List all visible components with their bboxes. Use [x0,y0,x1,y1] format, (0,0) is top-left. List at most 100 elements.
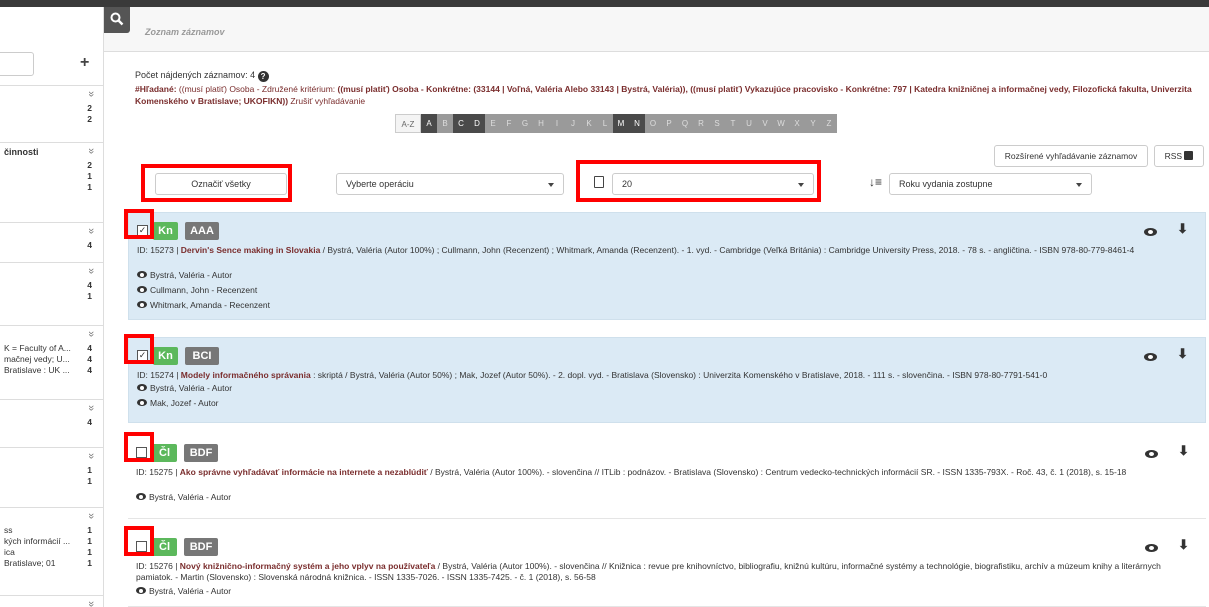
record-person[interactable]: Bystrá, Valéria - Autor [136,492,231,503]
sidebar-section-header[interactable]: » [0,85,103,103]
view-icon[interactable] [1144,353,1157,361]
record-title-link[interactable]: Modely informačného správania [181,370,311,380]
record-person[interactable]: Bystrá, Valéria - Autor [137,383,232,394]
sidebar-facet-row[interactable]: Bratislave : UK ... 4 [0,365,103,376]
alphabet-letter[interactable]: E [485,114,501,133]
sidebar-facet-row[interactable]: K = Faculty of A... 4 [0,343,103,354]
view-icon[interactable] [1144,228,1157,236]
chevron-down-icon[interactable]: » [85,601,97,607]
alphabet-letter[interactable]: M [613,114,629,133]
sidebar-facet-row[interactable]: 1 [0,476,103,487]
sidebar-facet-row[interactable]: 4 [0,240,103,251]
download-icon[interactable]: ⬇ [1177,346,1188,362]
operation-select-value: Vyberte operáciu [346,179,414,189]
sidebar-section-header[interactable]: » [0,222,103,240]
sidebar-facet-row[interactable]: 1 [0,182,103,193]
alphabet-all[interactable]: A-Z [395,114,421,133]
sidebar-filter-input[interactable] [0,52,34,76]
sidebar-section-header[interactable]: » [0,595,103,607]
chevron-down-icon[interactable]: » [85,268,97,274]
mark-all-button[interactable]: Označiť všetky [155,173,287,195]
facet-count: 4 [87,280,92,290]
record-category-badge: BDF [184,444,218,462]
view-icon[interactable] [1145,544,1158,552]
sidebar-facet-row[interactable]: ss 1 [0,525,103,536]
record-person[interactable]: Bystrá, Valéria - Autor [137,270,232,281]
alphabet-letter[interactable]: U [741,114,757,133]
sidebar-facet-row[interactable]: 2 [0,114,103,125]
alphabet-letter[interactable]: L [597,114,613,133]
alphabet-letter[interactable]: X [789,114,805,133]
alphabet-letter[interactable]: B [437,114,453,133]
chevron-down-icon[interactable]: » [85,228,97,234]
help-icon[interactable]: ? [257,71,269,82]
sidebar-section-header[interactable]: » [0,325,103,343]
sidebar-facet-row[interactable]: 1 [0,465,103,476]
facet-count: 2 [87,160,92,170]
record-item: Čl BDF ⬇ ID: 15276 | Nový knižnično-informa… [128,529,1206,607]
record-person[interactable]: Mak, Jozef - Autor [137,398,219,409]
alphabet-letter[interactable]: I [549,114,565,133]
search-icon [110,12,124,26]
record-title-link[interactable]: Ako správne vyhľadávať informácie na int… [180,467,428,477]
sidebar-section-header[interactable]: činnosti » [0,142,103,160]
sidebar-facet-row[interactable]: mačnej vedy; U... 4 [0,354,103,365]
page-size-select[interactable]: 20 [612,173,814,195]
alphabet-letter[interactable]: O [645,114,661,133]
alphabet-letter[interactable]: A [421,114,437,133]
sidebar-facet-row[interactable]: 4 [0,417,103,428]
sidebar-facet-row[interactable]: 1 [0,291,103,302]
sidebar-facet-row[interactable]: 2 [0,103,103,114]
chevron-down-icon[interactable]: » [85,513,97,519]
alphabet-letter[interactable]: Y [805,114,821,133]
sidebar-facet-row[interactable]: 2 [0,160,103,171]
alphabet-letter[interactable]: S [709,114,725,133]
sidebar-facet-row[interactable]: ica 1 [0,547,103,558]
chevron-down-icon[interactable]: » [85,453,97,459]
chevron-down-icon[interactable]: » [85,91,97,97]
chevron-down-icon[interactable]: » [85,148,97,154]
alphabet-letter[interactable]: K [581,114,597,133]
alphabet-letter[interactable]: D [469,114,485,133]
add-filter-icon[interactable]: + [80,54,89,72]
alphabet-letter[interactable]: T [725,114,741,133]
chevron-down-icon[interactable]: » [85,405,97,411]
sort-select[interactable]: Roku vydania zostupne [889,173,1092,195]
record-person[interactable]: Bystrá, Valéria - Autor [136,586,231,597]
alphabet-letter[interactable]: Z [821,114,837,133]
cancel-search-link[interactable]: Zrušiť vyhľadávanie [288,96,365,106]
alphabet-letter[interactable]: P [661,114,677,133]
alphabet-letter[interactable]: F [501,114,517,133]
alphabet-letter[interactable]: H [533,114,549,133]
sidebar-facet-row[interactable]: kých informácií ... 1 [0,536,103,547]
record-title-link[interactable]: Nový knižnično-informačný systém a jeho … [180,561,436,571]
download-icon[interactable]: ⬇ [1177,221,1188,237]
alphabet-letter[interactable]: Q [677,114,693,133]
alphabet-letter[interactable]: W [773,114,789,133]
chevron-down-icon[interactable]: » [85,331,97,337]
record-person[interactable]: Whitmark, Amanda - Recenzent [137,300,270,311]
view-icon[interactable] [1145,450,1158,458]
search-button[interactable] [104,7,130,33]
record-title-link[interactable]: Dervin's Sence making in Slovakia [181,245,321,255]
download-icon[interactable]: ⬇ [1178,443,1189,459]
sidebar-facet-row[interactable]: 1 [0,171,103,182]
alphabet-letter[interactable]: G [517,114,533,133]
sidebar-section-header[interactable]: » [0,262,103,280]
sidebar-facet-row[interactable]: Bratislave; 01 1 [0,558,103,569]
alphabet-letter[interactable]: C [453,114,469,133]
sidebar-section: » ss 1 kých informácií ... 1 ica 1 Bratislave; … [0,507,103,569]
advanced-search-button[interactable]: Rozšírené vyhľadávanie záznamov [994,145,1148,167]
alphabet-letter[interactable]: J [565,114,581,133]
alphabet-letter[interactable]: N [629,114,645,133]
download-icon[interactable]: ⬇ [1178,537,1189,553]
sidebar-section-header[interactable]: » [0,507,103,525]
sidebar-section-header[interactable]: » [0,399,103,417]
sidebar-facet-row[interactable]: 4 [0,280,103,291]
alphabet-letter[interactable]: R [693,114,709,133]
operation-select[interactable]: Vyberte operáciu [336,173,564,195]
sidebar-section-header[interactable]: » [0,447,103,465]
record-person[interactable]: Cullmann, John - Recenzent [137,285,257,296]
rss-button[interactable]: RSS [1154,145,1204,167]
alphabet-letter[interactable]: V [757,114,773,133]
